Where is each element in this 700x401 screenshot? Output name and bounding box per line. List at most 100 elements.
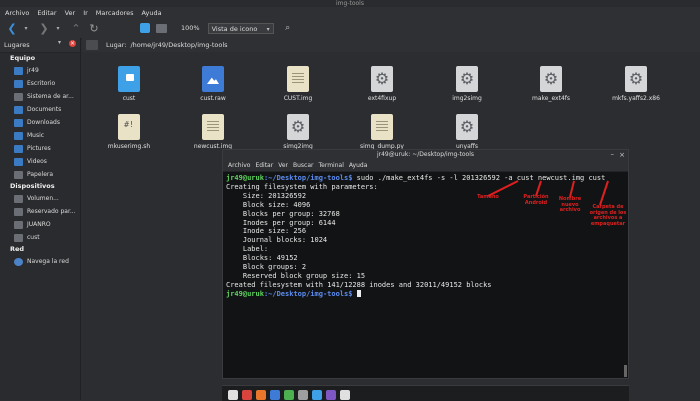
terminal-command-line: jr49@uruk:~/Desktop/img-tools$ sudo ./ma… [226,174,625,183]
file-item[interactable]: unyaffs [432,114,502,150]
file-item[interactable]: CUST.img [263,66,333,102]
chevron-down-icon[interactable]: ▾ [58,39,61,46]
menu-ver[interactable]: Ver [65,9,76,17]
app-icon[interactable] [256,390,266,400]
drive-icon [14,233,23,242]
sidebar-item-label: Music [27,132,45,139]
file-name: img2simg [452,95,482,102]
terminal-menu-buscar[interactable]: Buscar [293,162,314,169]
terminal-line: Blocks: 49152 [226,254,298,263]
file-item[interactable]: mkuserimg.sh [94,114,164,150]
sidebar-item-navega-red[interactable]: Navega la red [0,255,80,268]
sidebar-item-reservado[interactable]: Reservado par... [0,205,80,218]
executable-icon [287,114,309,140]
file-name: mkuserimg.sh [107,143,151,150]
folder-icon [14,144,23,153]
scrollbar-thumb[interactable] [624,365,627,377]
terminal-line: Reserved block group size: 15 [226,271,366,280]
location-bar: Lugar: /home/jr49/Desktop/img-tools [82,38,700,53]
sidebar-item-label: JUANRO [27,221,51,228]
location-input[interactable]: /home/jr49/Desktop/img-tools [130,41,227,49]
file-item[interactable]: cust.raw [178,66,248,102]
sidebar-item-documents[interactable]: Documents [0,103,80,116]
terminal-window[interactable]: jr49@uruk: ~/Desktop/img-tools – × Archi… [222,149,629,379]
chevron-down-icon[interactable]: ▾ [20,22,32,34]
sidebar-item-label: Documents [27,106,62,113]
terminal-menu-ver[interactable]: Ver [278,162,288,169]
app-icon[interactable] [298,390,308,400]
menu-marcadores[interactable]: Marcadores [96,9,134,17]
file-item[interactable]: cust [94,66,164,102]
sidebar-item-escritorio[interactable]: Escritorio [0,77,80,90]
search-icon[interactable]: ⌕ [282,22,294,34]
file-name: CUST.img [283,95,313,102]
sidebar-item-sistema[interactable]: Sistema de ar... [0,90,80,103]
terminal-menu-bar: Archivo Editar Ver Buscar Terminal Ayuda [223,160,628,172]
terminal-menu-terminal[interactable]: Terminal [319,162,344,169]
file-item[interactable]: simg2img [263,114,333,150]
sidebar-item-label: Papelera [27,171,54,178]
location-toggle-button[interactable] [86,40,98,50]
sidebar-header[interactable]: Lugares ▾ × [0,38,80,53]
sidebar-item-downloads[interactable]: Downloads [0,116,80,129]
window-title: img-tools [0,0,700,7]
terminal-line: Creating filesystem with parameters: [226,182,378,191]
sidebar-item-papelera[interactable]: Papelera [0,168,80,181]
up-icon[interactable]: ⌃ [70,22,82,35]
terminal-cursor [356,290,361,298]
home-icon[interactable] [140,23,150,33]
app-icon[interactable] [326,390,336,400]
close-icon[interactable]: × [619,151,625,159]
app-icon[interactable] [242,390,252,400]
sidebar-item-label: jr49 [27,67,39,74]
terminal-menu-archivo[interactable]: Archivo [228,162,250,169]
home-folder-icon [14,66,23,75]
chevron-down-icon[interactable]: ▾ [52,22,64,34]
menu-ir[interactable]: Ir [83,9,88,17]
executable-icon [625,66,647,92]
file-name: cust [122,95,136,102]
sidebar-item-label: Escritorio [27,80,56,87]
file-item[interactable]: make_ext4fs [516,66,586,102]
file-item[interactable]: mkfs.yaffs2.x86 [601,66,671,102]
terminal-titlebar[interactable]: jr49@uruk: ~/Desktop/img-tools – × [223,150,628,160]
terminal-line: Block groups: 2 [226,263,307,272]
app-icon[interactable] [228,390,238,400]
close-icon[interactable]: × [69,40,76,47]
sidebar-item-pictures[interactable]: Pictures [0,142,80,155]
app-icon[interactable] [312,390,322,400]
sidebar-item-music[interactable]: Music [0,129,80,142]
view-mode-select[interactable]: Vista de icono ▾ [207,22,274,34]
minimize-icon[interactable]: – [611,150,615,158]
sidebar-item-cust[interactable]: cust [0,231,80,244]
sidebar-item-label: Pictures [27,145,51,152]
reload-icon[interactable]: ↻ [88,22,100,35]
menu-archivo[interactable]: Archivo [5,9,29,17]
file-item[interactable]: newcust.img [178,114,248,150]
file-item[interactable]: simg_dump.py [347,114,417,150]
back-icon[interactable]: ❮ [6,22,18,35]
terminal-scrollbar[interactable] [624,172,627,378]
sidebar-item-volumen[interactable]: Volumen... [0,192,80,205]
sidebar-item-jr49[interactable]: jr49 [0,64,80,77]
executable-icon [540,66,562,92]
app-icon[interactable] [270,390,280,400]
annotation-tamano: Tamaño [477,194,499,200]
terminal-output[interactable]: jr49@uruk:~/Desktop/img-tools$ sudo ./ma… [223,172,628,301]
sidebar-item-juanro[interactable]: JUANRO [0,218,80,231]
terminal-line: Inodes per group: 6144 [226,218,336,227]
forward-icon[interactable]: ❯ [38,22,50,35]
computer-icon[interactable] [156,23,167,33]
file-item[interactable]: img2simg [432,66,502,102]
menu-editar[interactable]: Editar [37,9,56,17]
app-icon[interactable] [284,390,294,400]
script-icon [118,114,140,140]
menu-ayuda[interactable]: Ayuda [141,9,161,17]
app-icon[interactable] [340,390,350,400]
file-name: make_ext4fs [531,95,571,102]
executable-icon [456,66,478,92]
terminal-menu-ayuda[interactable]: Ayuda [349,162,368,169]
file-item[interactable]: ext4fixup [347,66,417,102]
sidebar-item-videos[interactable]: Videos [0,155,80,168]
terminal-menu-editar[interactable]: Editar [255,162,273,169]
